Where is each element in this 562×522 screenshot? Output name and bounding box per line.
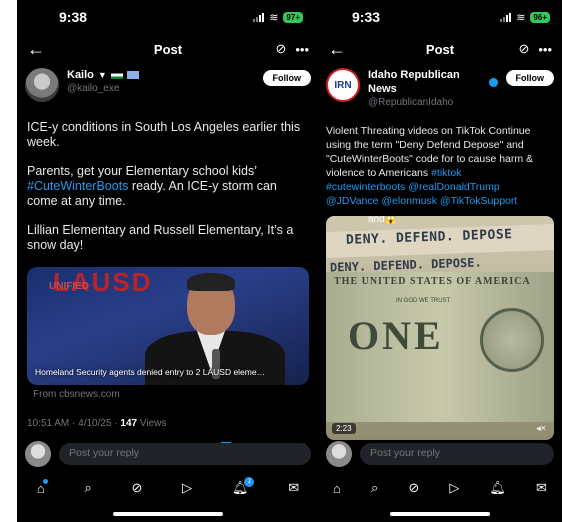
author-name[interactable]: Kailo (67, 68, 94, 82)
reply-bar: Post your reply (17, 441, 319, 467)
avatar (326, 441, 352, 467)
more-options-icon[interactable]: ••• (538, 42, 552, 57)
home-indicator (390, 512, 490, 516)
wifi-icon: ≋ (269, 11, 279, 24)
post-text: Violent Threating videos on TikTok Conti… (326, 125, 534, 207)
bottom-tab-bar: ⌂ ⌕ ⊘ ▷ 🔔︎ ✉ (318, 474, 562, 502)
post-header: ← Post ⊘ ••• (17, 34, 319, 64)
battery-badge: 97+ (283, 11, 303, 23)
post-author: IRN Idaho Republican News @RepublicanIda… (318, 64, 562, 114)
notifications-icon[interactable]: 🔔︎ 1 (232, 477, 255, 496)
flag-icon (110, 71, 123, 79)
avatar[interactable]: IRN (326, 68, 360, 102)
status-time: 9:38 (59, 9, 88, 25)
video-duration: 2:23 (332, 423, 356, 434)
home-indicator (113, 512, 223, 516)
avatar[interactable] (25, 68, 59, 102)
bottom-tab-bar: ⌂ ⌕ ⊘ ▷ 🔔︎ 1 ✉ (17, 474, 319, 502)
notifications-icon[interactable]: 🔔︎ (489, 480, 506, 496)
reply-input[interactable]: Post your reply (59, 443, 311, 465)
hashtag-link[interactable]: #tiktok (431, 167, 461, 179)
grok-icon[interactable]: ⊘ (275, 41, 286, 57)
grok-icon[interactable]: ⊘ (408, 480, 419, 496)
seal-icon (480, 308, 544, 372)
back-arrow-icon[interactable]: ← (328, 39, 346, 60)
card-caption: Homeland Security agents denied entry to… (35, 367, 266, 377)
left-screenshot: 9:38 ≋ 97+ ← Post ⊘ ••• Kailo ▼ @kailo_e… (17, 0, 319, 522)
follow-button[interactable]: Follow (505, 70, 554, 86)
post-timestamp: 10:51 AM · 4/10/25 · (27, 418, 121, 429)
follow-button[interactable]: Follow (262, 70, 311, 86)
signal-icon (253, 12, 265, 22)
status-icons: ≋ 97+ (253, 11, 303, 24)
more-options-icon[interactable]: ••• (295, 42, 309, 57)
heart-icon: ▼ (97, 70, 107, 80)
mute-icon[interactable]: ◂× (536, 423, 546, 434)
grok-icon[interactable]: ⊘ (518, 41, 529, 57)
avatar-logo-text: IRN (334, 79, 352, 91)
video-player[interactable]: and😱 DENY. DEFEND. DEPOSE DENY. DEFEND. … (326, 216, 554, 440)
reply-input[interactable]: Post your reply (360, 443, 554, 465)
right-screenshot: 9:33 ≋ 96+ ← Post ⊘ ••• IRN Idaho Republ… (318, 0, 562, 522)
author-handle[interactable]: @RepublicanIdaho (368, 96, 498, 110)
link-card[interactable]: LAUSD UNIFIED Homeland Security agents d… (27, 267, 309, 385)
verified-badge-icon (488, 77, 498, 87)
reply-bar: Post your reply (318, 441, 562, 467)
post-paragraph: Parents, get your Elementary school kids… (27, 164, 277, 208)
views-count: 147 (120, 418, 138, 429)
video-icon[interactable]: ▷ (449, 480, 459, 496)
bill-motto-text: IN GOD WE TRUST (396, 298, 451, 304)
card-logo-sub: UNIFIED (49, 281, 89, 292)
author-handle[interactable]: @kailo_exe (67, 82, 255, 96)
home-icon[interactable]: ⌂ (333, 481, 341, 496)
signal-icon (500, 12, 512, 22)
status-time: 9:33 (352, 9, 381, 25)
status-icons: ≋ 96+ (500, 11, 550, 24)
messages-icon[interactable]: ✉ (536, 480, 547, 496)
post-text: ICE-y conditions in South Los Angeles ea… (17, 120, 319, 253)
search-icon[interactable]: ⌕ (84, 480, 91, 496)
back-arrow-icon[interactable]: ← (27, 39, 45, 60)
mention-links[interactable]: @JDVance @elonmusk @TikTokSupport (326, 195, 517, 207)
post-paragraph: ICE-y conditions in South Los Angeles ea… (27, 120, 301, 149)
post-header: ← Post ⊘ ••• (318, 34, 562, 64)
notification-badge: 1 (244, 477, 255, 487)
home-icon[interactable]: ⌂ (37, 478, 48, 496)
flag-icon (126, 71, 139, 79)
views-label: Views (137, 418, 167, 429)
bill-one-text: ONE (348, 313, 444, 358)
page-title: Post (153, 41, 183, 57)
hashtag-link[interactable]: #CuteWinterBoots (27, 179, 128, 193)
avatar (25, 441, 51, 467)
post-paragraph: Lillian Elementary and Russell Elementar… (27, 223, 294, 252)
video-overlay-text: and😱 (368, 216, 398, 225)
grok-icon[interactable]: ⊘ (132, 480, 143, 496)
bill-header-text: THE UNITED STATES OF AMERICA (334, 276, 531, 287)
mention-links[interactable]: #cutewinterboots @realDonaldTrump (326, 181, 500, 193)
messages-icon[interactable]: ✉ (288, 480, 299, 496)
status-bar: 9:33 ≋ 96+ (318, 0, 562, 34)
video-icon[interactable]: ▷ (182, 480, 192, 496)
card-source[interactable]: From cbsnews.com (17, 385, 319, 404)
post-author: Kailo ▼ @kailo_exe Follow (17, 64, 319, 106)
post-meta: 10:51 AM · 4/10/25 · 147 Views (17, 404, 319, 437)
author-name[interactable]: Idaho Republican News (368, 68, 485, 96)
search-icon[interactable]: ⌕ (371, 480, 378, 496)
status-bar: 9:38 ≋ 97+ (17, 0, 319, 34)
battery-badge: 96+ (530, 11, 550, 23)
wifi-icon: ≋ (516, 11, 526, 24)
